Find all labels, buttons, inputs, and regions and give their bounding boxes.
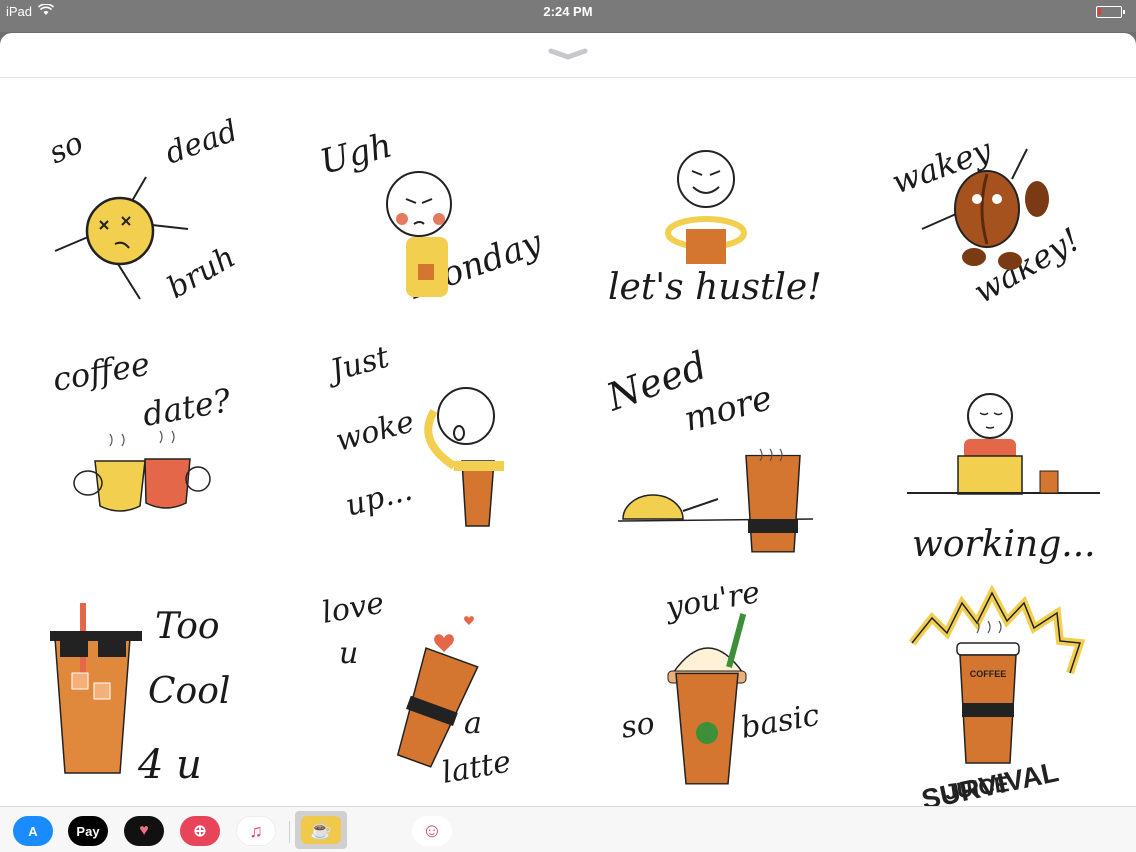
app-tray: A Pay ♥ ⊕ ♫ ☕ ☺	[0, 806, 1136, 852]
sticker-word: JUICE	[943, 771, 1011, 805]
sticker-word: Cool	[148, 671, 230, 712]
sticker-word: u	[339, 636, 358, 671]
sticker-youre-so-basic[interactable]: you're so basic	[568, 563, 852, 805]
sticker-just-woke-up[interactable]: Just woke up...	[284, 321, 568, 563]
sticker-word: working...	[912, 524, 1096, 565]
app-store-icon[interactable]: A	[13, 815, 53, 847]
sticker-lets-hustle[interactable]: let's hustle!	[568, 79, 852, 321]
sticker-word: let's hustle!	[608, 267, 822, 308]
apple-pay-icon[interactable]: Pay	[68, 815, 108, 847]
sticker-word: a	[464, 706, 482, 741]
sticker-word: coffee	[50, 344, 153, 398]
sticker-word: Ugh	[316, 125, 396, 182]
image-search-icon[interactable]: ⊕	[180, 815, 220, 847]
sticker-sheet: so dead bruh Ugh Monday let's hustle! wa…	[0, 33, 1136, 852]
sticker-word: 4 u	[137, 742, 202, 788]
sticker-word: latte	[439, 744, 513, 791]
sticker-word: date?	[140, 381, 235, 434]
sticker-word: COFFEE	[970, 669, 1007, 679]
sticker-need-more[interactable]: Need more	[568, 321, 852, 563]
sticker-word: Too	[155, 606, 220, 647]
sticker-grid: so dead bruh Ugh Monday let's hustle! wa…	[0, 79, 1136, 815]
sticker-word: bruh	[162, 240, 242, 306]
sticker-survival-juice[interactable]: COFFEE SURVIVAL JUICE	[852, 563, 1136, 815]
digital-touch-icon[interactable]: ♥	[124, 815, 164, 847]
sticker-so-dead-bruh[interactable]: so dead bruh	[0, 79, 284, 321]
sticker-ugh-monday[interactable]: Ugh Monday	[284, 79, 568, 321]
sticker-word: you're	[661, 575, 762, 626]
sticker-too-cool-4-u[interactable]: Too Cool 4 u	[0, 563, 284, 805]
chevron-down-icon[interactable]	[548, 47, 588, 61]
clock: 2:24 PM	[543, 4, 593, 19]
battery-low-icon	[1096, 6, 1125, 18]
sticker-word: dead	[161, 113, 243, 171]
coffee-stickers-icon[interactable]: ☕	[295, 811, 347, 849]
tray-divider	[289, 821, 290, 843]
sticker-wakey-wakey[interactable]: wakey wakey!	[852, 79, 1136, 321]
sticker-word: up...	[342, 473, 416, 524]
sticker-word: so	[618, 706, 657, 746]
status-bar: iPad 2:24 PM	[0, 0, 1136, 32]
sticker-coffee-date[interactable]: coffee date?	[0, 321, 284, 563]
sticker-word: so	[44, 125, 89, 171]
sticker-word: woke	[332, 404, 418, 458]
sticker-word: Just	[321, 339, 394, 390]
sticker-working[interactable]: working...	[852, 321, 1136, 565]
avatar-sticker-icon[interactable]: ☺	[412, 815, 452, 847]
sticker-word: basic	[738, 698, 822, 746]
sticker-word: love	[319, 586, 386, 631]
music-icon[interactable]: ♫	[236, 815, 276, 847]
divider	[0, 77, 1136, 78]
sticker-love-u-a-latte[interactable]: love u a latte	[284, 563, 568, 805]
